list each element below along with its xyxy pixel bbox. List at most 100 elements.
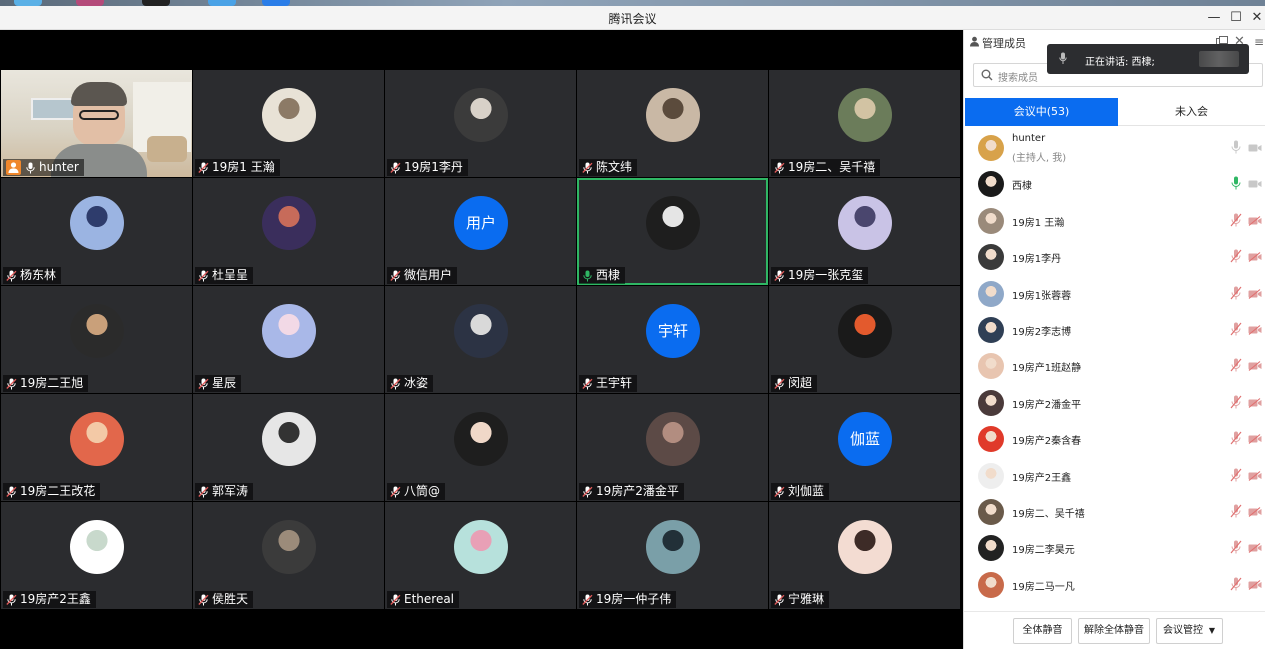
member-row[interactable]: 19房产2秦含春 [964, 421, 1265, 457]
participant-label: Ethereal [387, 591, 460, 608]
member-row[interactable]: 19房1 王瀚 [964, 203, 1265, 239]
video-tile[interactable]: 陈文纬 [577, 70, 768, 177]
participant-label: 王宇轩 [579, 375, 638, 392]
member-row[interactable]: 19房1李丹 [964, 239, 1265, 275]
camera-off-icon[interactable] [1248, 470, 1262, 481]
camera-off-icon[interactable] [1248, 288, 1262, 299]
mic-muted-icon [198, 162, 209, 174]
mic-icon[interactable] [1230, 140, 1242, 154]
participant-label: 杨东林 [3, 267, 62, 284]
video-tile[interactable]: 侯胜天 [193, 502, 384, 609]
video-tile[interactable]: 用户 微信用户 [385, 178, 576, 285]
camera-off-icon[interactable] [1248, 215, 1262, 226]
mic-muted-icon[interactable] [1230, 431, 1242, 445]
mic-muted-icon[interactable] [1230, 468, 1242, 482]
video-tile[interactable]: 19房二、吴千禧 [769, 70, 960, 177]
meeting-control-label: 会议管控 [1163, 625, 1203, 636]
video-tile[interactable]: 19房二王改花 [1, 394, 192, 501]
video-tile[interactable]: 19房产2王鑫 [1, 502, 192, 609]
camera-off-icon[interactable] [1248, 142, 1262, 152]
camera-off-icon[interactable] [1248, 433, 1262, 445]
member-row[interactable]: 19房产2王鑫 [964, 458, 1265, 494]
video-tile[interactable]: 宇轩 王宇轩 [577, 286, 768, 393]
video-tile[interactable]: 冰姿 [385, 286, 576, 393]
menu-icon[interactable]: ≡ [1254, 35, 1264, 49]
mic-icon[interactable] [1230, 176, 1242, 190]
tab-not-joined[interactable]: 未入会 [1118, 98, 1265, 126]
video-tile[interactable]: Ethereal [385, 502, 576, 609]
mic-muted-icon [390, 162, 401, 174]
participant-name: 宁雅琳 [788, 592, 825, 606]
member-row[interactable]: 19房1张蓉蓉 [964, 276, 1265, 312]
member-row[interactable]: 19房二、吴千禧 [964, 494, 1265, 530]
member-avatar [978, 244, 1004, 271]
video-tile[interactable]: 闵超 [769, 286, 960, 393]
participant-name: 19房一张克玺 [788, 268, 864, 282]
video-tile[interactable]: 19房1 王瀚 [193, 70, 384, 177]
camera-off-icon[interactable] [1248, 542, 1262, 554]
camera-off-icon[interactable] [1248, 506, 1262, 517]
mic-muted-icon[interactable] [1230, 286, 1242, 300]
mic-muted-icon[interactable] [1230, 322, 1242, 336]
avatar [646, 520, 700, 574]
mic-muted-icon[interactable] [1230, 577, 1242, 591]
member-row[interactable]: 19房二李昊元 [964, 530, 1265, 566]
video-tile[interactable]: 杨东林 [1, 178, 192, 285]
video-tile[interactable]: hunter [1, 70, 192, 177]
mute-all-button[interactable]: 全体静音 [1013, 618, 1072, 644]
member-row[interactable]: 19房2李志博 [964, 312, 1265, 348]
participant-name: 王宇轩 [596, 376, 633, 390]
member-row[interactable]: hunter (主持人, 我) [964, 130, 1265, 166]
meeting-control-button[interactable]: 会议管控 ▼ [1156, 618, 1223, 644]
mic-muted-icon[interactable] [1230, 249, 1242, 263]
camera-off-icon[interactable] [1248, 324, 1262, 335]
member-avatar [978, 535, 1004, 562]
member-row[interactable]: 19房二马一凡 [964, 567, 1265, 603]
camera-off-icon[interactable] [1248, 178, 1262, 188]
video-tile[interactable]: 19房一仲子伟 [577, 502, 768, 609]
maximize-button[interactable]: ☐ [1226, 8, 1246, 28]
mic-muted-icon[interactable] [1230, 395, 1242, 409]
participant-name: 冰姿 [404, 376, 429, 390]
mic-muted-icon[interactable] [1230, 213, 1242, 227]
participant-name: 星辰 [212, 376, 237, 390]
mic-muted-icon[interactable] [1230, 540, 1242, 554]
speaking-toast: 正在讲话: 西棣; [1047, 44, 1249, 74]
avatar [454, 412, 508, 466]
video-tile[interactable]: 19房二王旭 [1, 286, 192, 393]
unmute-all-button[interactable]: 解除全体静音 [1078, 618, 1150, 644]
video-tile[interactable]: 西棣 [577, 178, 768, 285]
camera-off-icon[interactable] [1248, 251, 1262, 263]
mic-muted-icon [198, 378, 209, 390]
member-row[interactable]: 西棣 [964, 166, 1265, 202]
participant-name: 陈文纬 [596, 160, 633, 174]
participant-name: hunter [39, 160, 79, 174]
mic-muted-icon[interactable] [1230, 358, 1242, 372]
video-tile[interactable]: 八筒@ [385, 394, 576, 501]
video-tile[interactable]: 郭军涛 [193, 394, 384, 501]
participant-name: 八筒@ [404, 484, 441, 498]
avatar [70, 304, 124, 358]
video-tile[interactable]: 19房一张克玺 [769, 178, 960, 285]
camera-off-icon[interactable] [1248, 360, 1262, 372]
member-row[interactable]: 19房产1班赵静 [964, 348, 1265, 384]
member-avatar [978, 499, 1004, 525]
mic-muted-icon [774, 162, 785, 174]
video-tile[interactable]: 19房1李丹 [385, 70, 576, 177]
video-tile[interactable]: 杜呈呈 [193, 178, 384, 285]
camera-off-icon[interactable] [1248, 397, 1262, 408]
video-tile[interactable]: 伽蓝 刘伽蓝 [769, 394, 960, 501]
video-tile[interactable]: 19房产2潘金平 [577, 394, 768, 501]
video-tile[interactable]: 宁雅琳 [769, 502, 960, 609]
member-name: 19房1李丹 [1012, 254, 1062, 266]
member-row[interactable]: 19房产2潘金平 [964, 385, 1265, 421]
tab-in-meeting[interactable]: 会议中(53) [965, 98, 1118, 126]
video-tile[interactable]: 星辰 [193, 286, 384, 393]
member-name: 19房1张蓉蓉 [1012, 290, 1072, 302]
close-button[interactable]: ✕ [1247, 8, 1265, 28]
participant-name: 19房1 王瀚 [212, 160, 275, 174]
mic-muted-icon[interactable] [1230, 504, 1242, 518]
participant-name: 19房二、吴千禧 [788, 160, 876, 174]
minimize-button[interactable]: — [1204, 8, 1224, 28]
camera-off-icon[interactable] [1248, 579, 1262, 590]
